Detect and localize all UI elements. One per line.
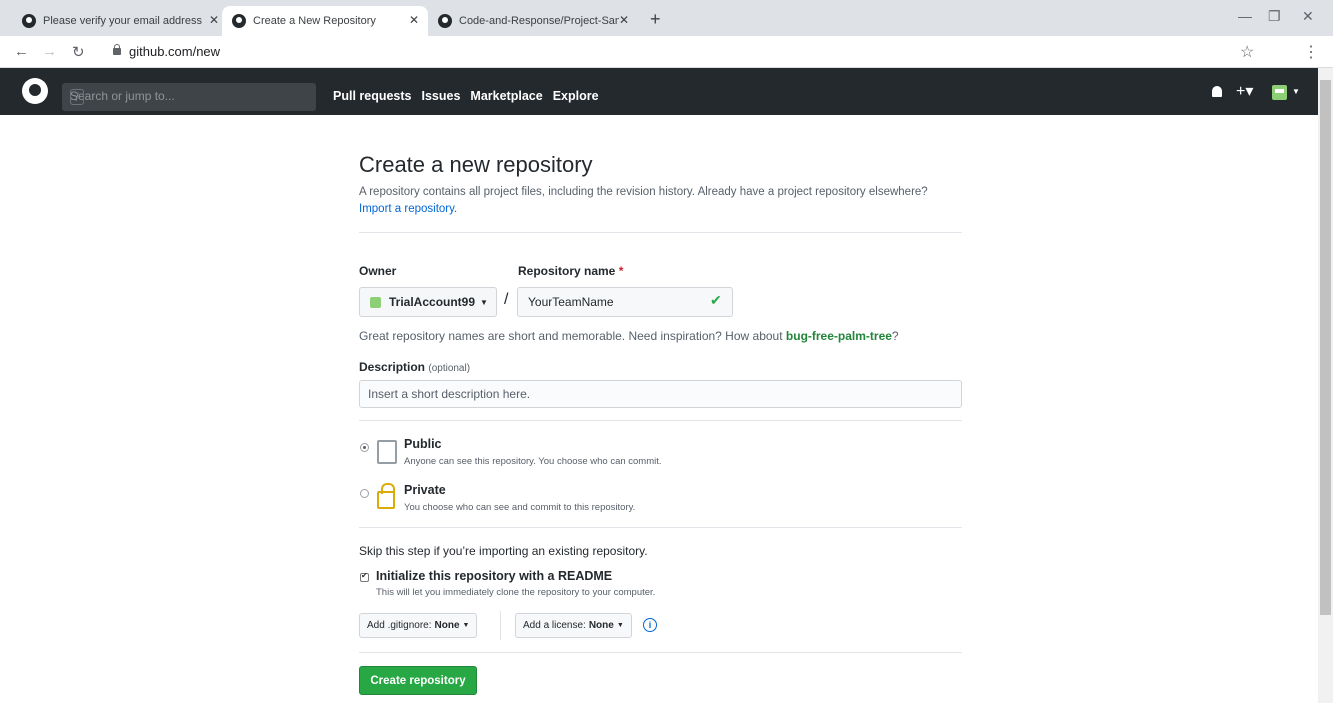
browser-menu-icon[interactable]: ⋮: [1303, 42, 1319, 62]
close-tab-icon[interactable]: ✕: [409, 13, 419, 27]
restore-icon[interactable]: ❐: [1268, 8, 1281, 25]
divider: [359, 232, 962, 233]
subtitle-text: A repository contains all project files,…: [359, 186, 928, 198]
github-favicon-icon: [22, 14, 36, 28]
search-shortcut-key: /: [70, 89, 84, 105]
private-lock-icon: [377, 483, 395, 509]
divider: [500, 611, 501, 640]
github-header: Search or jump to... / Pull requests Iss…: [0, 68, 1318, 115]
nav-explore[interactable]: Explore: [553, 89, 599, 103]
divider: [359, 420, 962, 421]
page-title: Create a new repository: [359, 152, 593, 177]
repo-name-input[interactable]: [517, 287, 733, 317]
license-dropdown[interactable]: Add a license: None ▼: [515, 613, 632, 638]
tab-create-repository[interactable]: Create a New Repository ✕: [222, 6, 428, 36]
description-label: Description (optional): [359, 360, 470, 374]
description-label-text: Description: [359, 360, 426, 374]
owner-repo-separator: /: [504, 291, 509, 308]
close-tab-icon[interactable]: ✕: [209, 13, 219, 27]
private-radio[interactable]: [360, 489, 369, 498]
create-repository-button[interactable]: Create repository: [359, 666, 477, 695]
search-input[interactable]: Search or jump to... /: [62, 83, 316, 111]
forward-icon[interactable]: →: [42, 43, 57, 60]
hint-prefix: Great repository names are short and mem…: [359, 329, 783, 343]
readme-checkbox[interactable]: [360, 571, 369, 582]
search-placeholder: Search or jump to...: [70, 89, 175, 103]
owner-avatar: [370, 296, 381, 308]
new-tab-icon[interactable]: +: [650, 9, 661, 30]
notifications-bell-icon[interactable]: [1212, 86, 1222, 97]
optional-tag: (optional): [428, 363, 471, 374]
caret-down-icon: ▼: [462, 622, 470, 629]
skip-note: Skip this step if you’re importing an ex…: [359, 544, 648, 558]
repo-name-label: Repository name *: [518, 264, 623, 278]
close-tab-icon[interactable]: ✕: [619, 13, 629, 27]
minimize-icon[interactable]: —: [1238, 8, 1252, 24]
nav-pull-requests[interactable]: Pull requests: [333, 89, 412, 103]
repo-name-label-text: Repository name: [518, 264, 616, 278]
nav-marketplace[interactable]: Marketplace: [470, 89, 542, 103]
gitignore-dropdown[interactable]: Add .gitignore: None ▼: [359, 613, 478, 638]
tab-title: Create a New Repository: [253, 15, 376, 27]
bookmark-star-icon[interactable]: ☆: [1240, 42, 1254, 62]
owner-dropdown[interactable]: TrialAccount99 ▼: [359, 287, 497, 317]
browser-tab-strip: Please verify your email address ✕ Creat…: [0, 0, 1333, 36]
required-mark: *: [618, 264, 624, 278]
caret-down-icon: ▼: [480, 297, 488, 307]
address-bar[interactable]: github.com/new: [129, 44, 220, 59]
reload-icon[interactable]: ↻: [72, 43, 85, 61]
caret-down-icon[interactable]: ▼: [1292, 87, 1300, 96]
tab-title: Please verify your email address: [43, 15, 202, 27]
close-window-icon[interactable]: ✕: [1302, 8, 1314, 25]
description-input[interactable]: [359, 380, 962, 408]
tab-title: Code-and-Response/Project-Sam: [459, 15, 619, 27]
name-hint: Great repository names are short and mem…: [359, 329, 899, 343]
back-icon[interactable]: ←: [14, 43, 29, 60]
public-desc: Anyone can see this repository. You choo…: [404, 456, 662, 467]
github-logo-icon[interactable]: [22, 78, 48, 104]
license-value: None: [588, 620, 614, 631]
user-avatar[interactable]: [1272, 85, 1287, 100]
page-scrollbar[interactable]: [1318, 68, 1333, 703]
private-title: Private: [404, 483, 446, 497]
public-radio[interactable]: [360, 443, 369, 452]
import-repository-link[interactable]: Import a repository.: [359, 203, 457, 215]
tab-verify-email[interactable]: Please verify your email address ✕: [12, 6, 228, 36]
gitignore-value: None: [434, 620, 460, 631]
valid-check-icon: ✔: [710, 292, 722, 308]
nav-issues[interactable]: Issues: [422, 89, 461, 103]
owner-value: TrialAccount99: [389, 295, 476, 309]
caret-down-icon: ▼: [616, 622, 624, 629]
lock-icon: [113, 44, 121, 55]
tab-project-sam[interactable]: Code-and-Response/Project-Sam ✕: [428, 6, 638, 36]
github-favicon-icon: [438, 14, 452, 28]
readme-desc: This will let you immediately clone the …: [376, 587, 656, 598]
divider: [359, 652, 962, 653]
suggested-name-link[interactable]: bug-free-palm-tree: [786, 329, 892, 343]
create-new-plus-icon[interactable]: +▾: [1236, 81, 1253, 101]
scrollbar-thumb[interactable]: [1320, 80, 1331, 615]
info-icon[interactable]: i: [643, 618, 657, 632]
repo-book-icon: [377, 440, 397, 464]
browser-toolbar: ← → ↻ github.com/new ☆ ⋮: [0, 36, 1333, 68]
divider: [359, 527, 962, 528]
readme-label[interactable]: Initialize this repository with a README: [376, 569, 612, 583]
license-label: Add a license:: [523, 620, 586, 631]
page-subtitle: A repository contains all project files,…: [359, 184, 979, 218]
gitignore-label: Add .gitignore:: [367, 620, 432, 631]
public-title: Public: [404, 437, 442, 451]
header-nav: Pull requests Issues Marketplace Explore: [333, 89, 599, 103]
hint-suffix: ?: [891, 329, 899, 343]
owner-label: Owner: [359, 264, 397, 278]
github-favicon-icon: [232, 14, 246, 28]
private-desc: You choose who can see and commit to thi…: [404, 502, 636, 513]
